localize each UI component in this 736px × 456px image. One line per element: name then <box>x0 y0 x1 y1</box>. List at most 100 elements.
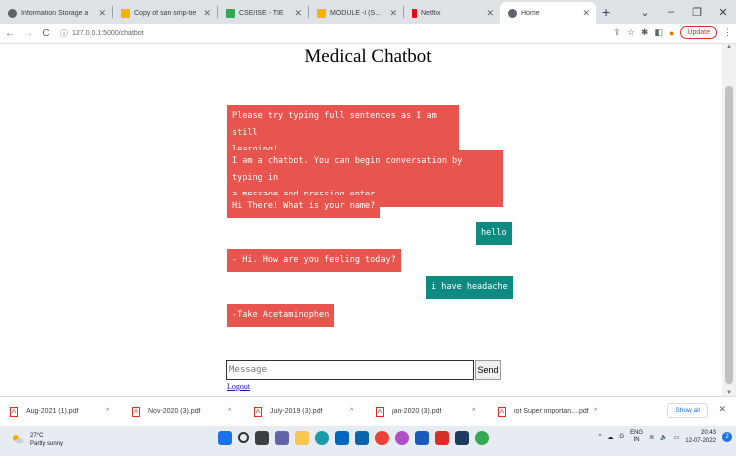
tab-netflix[interactable]: Netflix ✕ <box>404 2 500 24</box>
pdf-file-icon: A <box>498 406 506 417</box>
store-icon[interactable] <box>335 431 349 445</box>
task-view-icon[interactable] <box>255 431 269 445</box>
wifi-icon[interactable]: ≋ <box>649 434 654 441</box>
download-item[interactable]: A Nov-2020 (3).pdf ^ <box>122 406 244 417</box>
clock[interactable]: 20:43 12-07-2022 <box>685 429 716 445</box>
tab-label: Copy of san smp-tie <box>134 9 197 17</box>
chevron-up-icon[interactable]: ^ <box>228 408 231 415</box>
close-icon[interactable]: ✕ <box>486 8 494 19</box>
region-code: IN <box>633 437 640 443</box>
download-filename: iot Super importan....pdf <box>514 408 589 415</box>
chat-message-bot: - Hi. How are you feeling today? <box>227 249 401 272</box>
minimize-button[interactable]: – <box>658 6 684 18</box>
system-tray: ^ ☁ G ENG IN ≋ 🔈 ▭ 20:43 12-07-2022 2 <box>599 429 736 445</box>
tab-module-san[interactable]: MODULE -I (SAN).pdf ✕ <box>309 2 403 24</box>
send-button[interactable]: Send <box>475 360 501 380</box>
download-item[interactable]: A Aug-2021 (1).pdf ^ <box>0 406 122 417</box>
message-input[interactable] <box>226 360 474 380</box>
drive-icon <box>317 8 326 18</box>
back-button[interactable]: ← <box>2 28 18 39</box>
cloud-icon[interactable]: ☁ <box>607 434 613 441</box>
page-title: Medical Chatbot <box>304 46 432 67</box>
show-all-downloads-button[interactable]: Show all <box>667 403 708 418</box>
battery-icon[interactable]: ▭ <box>674 434 680 441</box>
chat-message-user: i have headache <box>426 276 513 299</box>
window-controls: ⌄ – ❐ ✕ <box>632 0 736 24</box>
close-window-button[interactable]: ✕ <box>710 6 736 19</box>
edge-icon[interactable] <box>315 431 329 445</box>
address-bar[interactable]: ⓘ 127.0.0.1:5000/chatbot <box>60 26 580 42</box>
chrome-icon[interactable] <box>375 431 389 445</box>
globe-icon <box>508 8 517 18</box>
scrollbar-thumb[interactable] <box>725 86 733 384</box>
volume-icon[interactable]: 🔈 <box>660 434 667 441</box>
acrobat-icon[interactable] <box>435 431 449 445</box>
profile-avatar-icon[interactable]: ● <box>669 28 674 38</box>
more-menu-icon[interactable]: ⋮ <box>723 27 732 38</box>
logout-link[interactable]: Logout <box>227 382 250 391</box>
calculator-icon[interactable] <box>455 431 469 445</box>
tab-information-storage[interactable]: Information Storage a ✕ <box>0 2 112 24</box>
close-icon[interactable]: ✕ <box>718 404 726 415</box>
pdf-file-icon: A <box>254 406 262 417</box>
weather-widget[interactable]: 27°C Partly sunny <box>30 432 63 448</box>
page-scrollbar[interactable]: ▲ ▼ <box>722 44 736 396</box>
google-drive-icon[interactable]: G <box>619 434 624 440</box>
chevron-up-icon[interactable]: ^ <box>472 408 475 415</box>
tab-cse-ise-tie[interactable]: CSE/ISE - TIE ✕ <box>218 2 308 24</box>
extensions-icon[interactable]: ✱ <box>641 27 649 38</box>
bookmark-star-icon[interactable]: ☆ <box>627 27 635 38</box>
download-item[interactable]: A jan-2020 (3).pdf ^ <box>366 406 488 417</box>
maximize-button[interactable]: ❐ <box>684 6 710 19</box>
file-explorer-icon[interactable] <box>295 431 309 445</box>
close-icon[interactable]: ✕ <box>294 8 302 19</box>
chevron-up-icon[interactable]: ^ <box>350 408 353 415</box>
toolbar-actions: ⇪ ☆ ✱ ◧ ● Update ⋮ <box>613 26 732 39</box>
tab-label: CSE/ISE - TIE <box>239 9 284 17</box>
download-item[interactable]: A July-2019 (3).pdf ^ <box>244 406 366 417</box>
close-icon[interactable]: ✕ <box>203 8 211 19</box>
windows-start-icon[interactable] <box>218 431 232 445</box>
reload-button[interactable]: C <box>38 28 54 39</box>
download-item[interactable]: A iot Super importan....pdf ^ <box>488 406 610 417</box>
pdf-file-icon: A <box>10 406 18 417</box>
tab-label: Home <box>521 9 540 17</box>
chevron-up-icon[interactable]: ^ <box>106 408 109 415</box>
url-text: 127.0.0.1:5000/chatbot <box>72 30 144 37</box>
netflix-icon <box>412 8 417 18</box>
scroll-up-arrow-icon[interactable]: ▲ <box>722 44 736 50</box>
update-button[interactable]: Update <box>680 26 717 39</box>
site-icon <box>8 8 17 18</box>
side-panel-icon[interactable]: ◧ <box>654 27 663 38</box>
app-icon[interactable] <box>395 431 409 445</box>
info-icon[interactable]: ⓘ <box>60 28 68 39</box>
share-icon[interactable]: ⇪ <box>613 27 621 38</box>
tab-label: MODULE -I (SAN).pdf <box>330 9 385 17</box>
download-shelf: A Aug-2021 (1).pdf ^ A Nov-2020 (3).pdf … <box>0 396 736 426</box>
paint-icon[interactable] <box>475 431 489 445</box>
close-icon[interactable]: ✕ <box>389 8 397 19</box>
chat-icon[interactable] <box>275 431 289 445</box>
mail-icon[interactable] <box>355 431 369 445</box>
chevron-up-icon[interactable]: ^ <box>599 434 602 440</box>
download-filename: jan-2020 (3).pdf <box>392 408 442 415</box>
chat-message-bot: -Take Acetaminophen <box>227 304 335 327</box>
forward-button[interactable]: → <box>20 28 36 39</box>
browser-tab-strip: Information Storage a ✕ Copy of san smp-… <box>0 0 736 24</box>
language-indicator[interactable]: ENG IN <box>630 430 643 444</box>
tab-copy-of-san[interactable]: Copy of san smp-tie ✕ <box>113 2 217 24</box>
word-icon[interactable] <box>415 431 429 445</box>
chevron-up-icon[interactable]: ^ <box>594 408 597 415</box>
new-tab-button[interactable]: + <box>596 4 616 20</box>
chevron-down-icon[interactable]: ⌄ <box>632 6 658 19</box>
taskbar-apps <box>218 431 489 445</box>
search-icon[interactable] <box>238 432 249 443</box>
chat-message-bot: Hi There! What is your name? <box>227 195 381 218</box>
download-filename: July-2019 (3).pdf <box>270 408 323 415</box>
close-icon[interactable]: ✕ <box>98 8 106 19</box>
tab-home[interactable]: Home ✕ <box>500 2 596 24</box>
clock-time: 20:43 <box>700 430 716 436</box>
notification-icon[interactable]: 2 <box>722 432 732 442</box>
close-icon[interactable]: ✕ <box>582 8 590 19</box>
pdf-file-icon: A <box>132 406 140 417</box>
